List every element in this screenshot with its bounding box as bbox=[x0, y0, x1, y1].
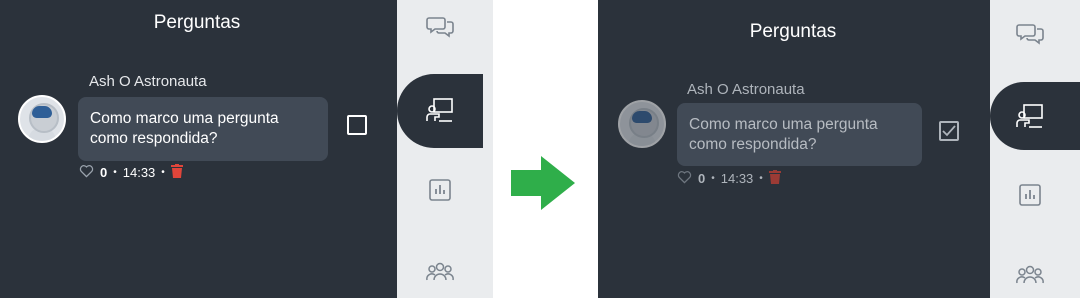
question-text-line-2: como respondida? bbox=[90, 130, 218, 147]
question-text-line-2: como respondida? bbox=[689, 136, 817, 153]
chat-bubbles-icon[interactable] bbox=[1013, 17, 1047, 51]
like-count: 0 bbox=[100, 165, 108, 180]
question-author: Ash O Astronauta bbox=[89, 73, 207, 90]
question-meta: 0 • 14:33 • bbox=[79, 164, 183, 181]
like-icon[interactable] bbox=[677, 170, 692, 187]
side-rail bbox=[397, 0, 493, 298]
presentation-icon[interactable] bbox=[423, 93, 457, 127]
page-title: Perguntas bbox=[153, 12, 241, 33]
separator-dot: • bbox=[161, 167, 165, 178]
avatar bbox=[618, 100, 666, 148]
mark-answered-checkbox[interactable] bbox=[347, 115, 367, 135]
question-meta: 0 • 14:33 • bbox=[677, 170, 781, 187]
question-author: Ash O Astronauta bbox=[687, 81, 805, 98]
separator-dot: • bbox=[759, 173, 763, 184]
like-icon[interactable] bbox=[79, 164, 94, 181]
separator-dot: • bbox=[711, 173, 715, 184]
question-text-line-1: Como marco uma pergunta bbox=[689, 116, 878, 133]
after-panel: Perguntas Ash O Astronauta Como marco um… bbox=[598, 0, 1080, 298]
before-panel: Perguntas Ash O Astronauta Como marco um… bbox=[0, 0, 493, 298]
checkmark-icon bbox=[942, 125, 956, 137]
question-time: 14:33 bbox=[122, 165, 156, 180]
mark-answered-checkbox[interactable] bbox=[939, 121, 959, 141]
question-text-line-1: Como marco uma pergunta bbox=[90, 110, 279, 127]
group-icon[interactable] bbox=[423, 255, 457, 289]
chart-icon[interactable] bbox=[423, 173, 457, 207]
delete-icon[interactable] bbox=[768, 170, 781, 187]
right-arrow-icon bbox=[511, 156, 575, 215]
chart-icon[interactable] bbox=[1013, 178, 1047, 212]
page-title: Perguntas bbox=[749, 21, 837, 42]
group-icon[interactable] bbox=[1013, 258, 1047, 292]
question-bubble: Como marco uma pergunta como respondida? bbox=[677, 103, 922, 166]
like-count: 0 bbox=[698, 171, 706, 186]
question-time: 14:33 bbox=[720, 171, 754, 186]
avatar bbox=[18, 95, 66, 143]
presentation-icon[interactable] bbox=[1013, 99, 1047, 133]
question-bubble: Como marco uma pergunta como respondida? bbox=[78, 97, 328, 161]
chat-bubbles-icon[interactable] bbox=[423, 10, 457, 44]
separator-dot: • bbox=[113, 167, 117, 178]
delete-icon[interactable] bbox=[170, 164, 183, 181]
